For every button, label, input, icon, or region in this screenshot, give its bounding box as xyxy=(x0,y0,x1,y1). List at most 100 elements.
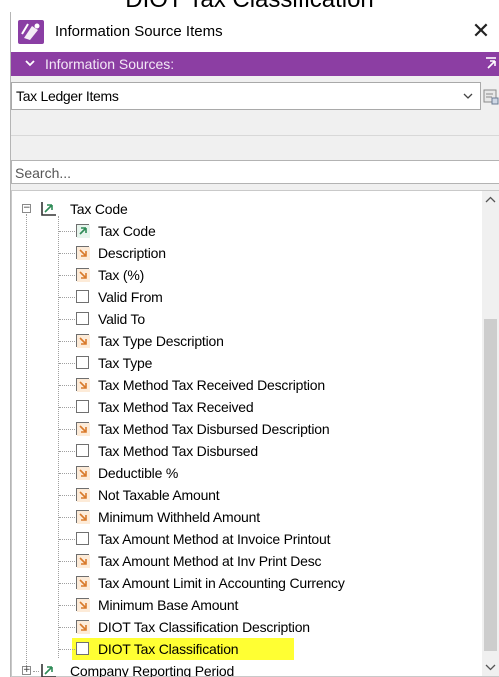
tree-node-label: Tax Method Tax Disbursed Description xyxy=(98,421,330,437)
tree-node-label: Valid To xyxy=(98,311,145,327)
tree-node-field[interactable]: DIOT Tax Classification Description xyxy=(12,616,480,638)
tree-guide xyxy=(59,605,75,606)
tree-node-label: Tax (%) xyxy=(98,267,145,283)
tree-node-label: Minimum Base Amount xyxy=(98,597,239,613)
tree-node-root[interactable]: − Tax Code xyxy=(12,198,480,220)
close-button[interactable]: ✕ xyxy=(470,18,492,44)
tree-node-label: Deductible % xyxy=(98,465,179,481)
information-source-select[interactable]: Tax Ledger Items xyxy=(11,82,481,110)
tree-node-field[interactable]: DIOT Tax Classification xyxy=(12,638,480,660)
checked-field-icon xyxy=(76,268,90,282)
tree-node-label: Tax Method Tax Received xyxy=(98,399,254,415)
tree-node-field[interactable]: Tax Method Tax Received xyxy=(12,396,480,418)
tree-node-label: Tax Method Tax Received Description xyxy=(98,377,325,393)
properties-icon[interactable] xyxy=(483,88,499,106)
tree-guide xyxy=(59,451,75,452)
tree-guide xyxy=(59,561,75,562)
checked-field-icon xyxy=(76,488,90,502)
tree-node-label: Tax Type Description xyxy=(98,333,224,349)
checked-field-icon xyxy=(76,378,90,392)
tree-guide xyxy=(59,473,75,474)
tree-node-root[interactable]: + Company Reporting Period xyxy=(12,660,480,677)
tree-node-field[interactable]: Description xyxy=(12,242,480,264)
tree-node-label: Tax Code xyxy=(70,201,128,217)
pin-icon[interactable] xyxy=(484,55,498,73)
tree-node-field[interactable]: Tax (%) xyxy=(12,264,480,286)
empty-field-icon xyxy=(76,312,89,325)
key-chart-icon xyxy=(41,202,56,216)
tree-guide xyxy=(59,253,75,254)
tree-node-field[interactable]: Minimum Base Amount xyxy=(12,594,480,616)
empty-field-icon xyxy=(76,532,89,545)
tree-node-field[interactable]: Tax Amount Method at Inv Print Desc xyxy=(12,550,480,572)
tree-node-label: Tax Amount Method at Inv Print Desc xyxy=(98,553,322,569)
scroll-down-icon[interactable] xyxy=(482,658,499,676)
tree-guide xyxy=(33,671,39,672)
tree-guide xyxy=(59,539,75,540)
tree-guide xyxy=(59,341,75,342)
tree-node-field[interactable]: Minimum Withheld Amount xyxy=(12,506,480,528)
empty-field-icon xyxy=(76,356,89,369)
chevron-down-icon[interactable] xyxy=(462,91,474,101)
tree-node-label: Valid From xyxy=(98,289,163,305)
window-title: Information Source Items xyxy=(55,23,223,40)
vertical-scrollbar[interactable] xyxy=(482,191,499,676)
tree-guide xyxy=(59,231,75,232)
page-caption: DIOT Tax Classification xyxy=(0,0,499,12)
tree-guide xyxy=(59,627,75,628)
checked-field-icon xyxy=(76,466,90,480)
key-chart-icon xyxy=(41,664,56,677)
tree-node-field[interactable]: Tax Type Description xyxy=(12,330,480,352)
information-sources-header[interactable]: Information Sources: xyxy=(11,52,499,76)
empty-field-icon xyxy=(76,400,89,413)
selected-source: Tax Ledger Items xyxy=(16,88,119,104)
tree-guide xyxy=(59,407,75,408)
tree-node-field[interactable]: Not Taxable Amount xyxy=(12,484,480,506)
tree-guide xyxy=(59,319,75,320)
tree-guide xyxy=(59,517,75,518)
chevron-down-icon[interactable] xyxy=(23,56,37,70)
tree-node-field[interactable]: Tax Type xyxy=(12,352,480,374)
toolbar-strip xyxy=(11,118,499,136)
tree-guide xyxy=(59,649,75,650)
tree-node-label: Tax Amount Limit in Accounting Currency xyxy=(98,575,345,591)
collapse-icon[interactable]: − xyxy=(22,204,31,213)
tree-node-label: Tax Method Tax Disbursed xyxy=(98,443,258,459)
tree-node-label: Tax Type xyxy=(98,355,153,371)
tree-node-field[interactable]: Tax Code xyxy=(12,220,480,242)
tree-guide xyxy=(59,297,75,298)
tree-node-field[interactable]: Tax Method Tax Disbursed Description xyxy=(12,418,480,440)
checked-field-icon xyxy=(76,598,90,612)
tree-node-field[interactable]: Tax Amount Limit in Accounting Currency xyxy=(12,572,480,594)
tree-node-field[interactable]: Tax Amount Method at Invoice Printout xyxy=(12,528,480,550)
empty-field-icon xyxy=(76,642,89,655)
search-input[interactable] xyxy=(15,164,485,182)
checked-field-icon xyxy=(76,510,90,524)
tree-node-field[interactable]: Deductible % xyxy=(12,462,480,484)
tree-guide xyxy=(59,429,75,430)
tree-node-label: Company Reporting Period xyxy=(70,663,235,677)
tree-node-field[interactable]: Tax Method Tax Received Description xyxy=(12,374,480,396)
tree-node-label: DIOT Tax Classification Description xyxy=(98,619,310,635)
title-bar: Information Source Items ✕ xyxy=(11,12,499,52)
scroll-thumb[interactable] xyxy=(484,319,497,651)
tree-node-label: Minimum Withheld Amount xyxy=(98,509,260,525)
tree-node-field[interactable]: Tax Method Tax Disbursed xyxy=(12,440,480,462)
checked-field-icon xyxy=(76,576,90,590)
app-logo-icon xyxy=(18,20,44,44)
expand-icon[interactable]: + xyxy=(22,666,31,675)
tree-node-label: DIOT Tax Classification xyxy=(98,641,239,657)
tree-guide xyxy=(59,495,75,496)
checked-field-icon xyxy=(76,246,90,260)
tree-node-label: Description xyxy=(98,245,166,261)
empty-field-icon xyxy=(76,290,89,303)
scroll-up-icon[interactable] xyxy=(482,191,499,209)
tree-node-field[interactable]: Valid To xyxy=(12,308,480,330)
tree-node-label: Tax Amount Method at Invoice Printout xyxy=(98,531,331,547)
empty-field-icon xyxy=(76,444,89,457)
search-box[interactable] xyxy=(11,160,499,184)
key-field-icon xyxy=(76,224,90,238)
tree-node-field[interactable]: Valid From xyxy=(12,286,480,308)
tree-guide xyxy=(59,583,75,584)
tree-guide xyxy=(59,363,75,364)
